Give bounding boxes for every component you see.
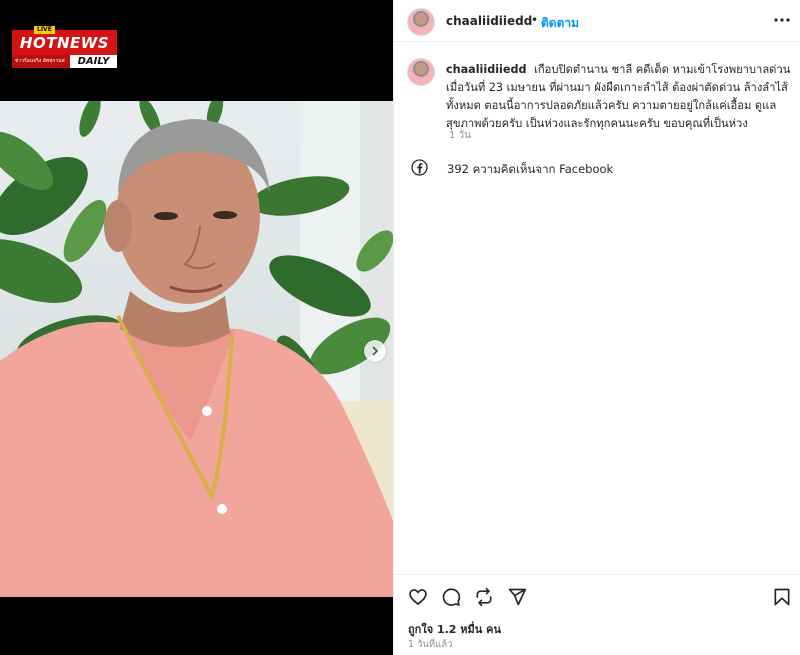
post-media: HOTNEWS LIVE ข่าวร้อนจริง อัพทุกวนส DAIL…: [0, 0, 393, 655]
caption-body: chaaliidiiedd เกือบปิดตำนาน ชาลี คดีเด็ด…: [446, 61, 792, 133]
follow-button[interactable]: ติดตาม: [541, 14, 579, 33]
comment-button[interactable]: [441, 587, 461, 607]
save-button[interactable]: [772, 587, 792, 607]
send-icon: [508, 588, 527, 606]
post-header: chaaliidiiedd • ติดตาม: [394, 0, 800, 42]
share-button[interactable]: [507, 587, 527, 607]
logo-badge: LIVE: [34, 26, 55, 34]
author-avatar[interactable]: [407, 8, 435, 36]
facebook-comments-link[interactable]: 392 ความคิดเห็นจาก Facebook: [411, 156, 791, 180]
author-username[interactable]: chaaliidiiedd: [446, 14, 532, 28]
caption-username[interactable]: chaaliidiiedd: [446, 63, 526, 76]
chevron-right-icon: [372, 346, 379, 356]
logo-sub-text: ข่าวร้อนจริง อัพทุกวนส: [12, 55, 70, 68]
post-sidebar: chaaliidiiedd • ติดตาม chaaliidiiedd เกื…: [393, 0, 800, 655]
caption-avatar[interactable]: [407, 58, 435, 86]
header-separator: •: [531, 13, 539, 27]
post-timestamp[interactable]: 1 วันที่แล้ว: [408, 637, 452, 652]
post-photo-illustration: [0, 101, 393, 597]
heart-icon: [409, 589, 427, 606]
post-photo[interactable]: [0, 101, 393, 597]
repost-icon: [476, 587, 492, 607]
like-button[interactable]: [408, 587, 428, 607]
repost-button[interactable]: [474, 587, 494, 607]
post-actions-bar: [394, 574, 800, 618]
carousel-next-button[interactable]: [364, 340, 386, 362]
comment-icon: [442, 588, 461, 606]
likes-count[interactable]: ถูกใจ 1.2 หมื่น คน: [408, 620, 501, 638]
logo-daily-text: DAILY: [70, 55, 117, 68]
more-horizontal-icon: [774, 18, 790, 22]
bookmark-icon: [774, 588, 790, 606]
facebook-comments-count: 392 ความคิดเห็นจาก Facebook: [447, 162, 614, 176]
logo-main-text: HOTNEWS: [12, 30, 117, 55]
facebook-icon: [411, 159, 428, 176]
more-options-button[interactable]: [772, 12, 792, 28]
caption-timestamp[interactable]: 1 วัน: [449, 128, 471, 143]
hotnews-daily-logo: HOTNEWS LIVE ข่าวร้อนจริง อัพทุกวนส DAIL…: [12, 26, 117, 72]
